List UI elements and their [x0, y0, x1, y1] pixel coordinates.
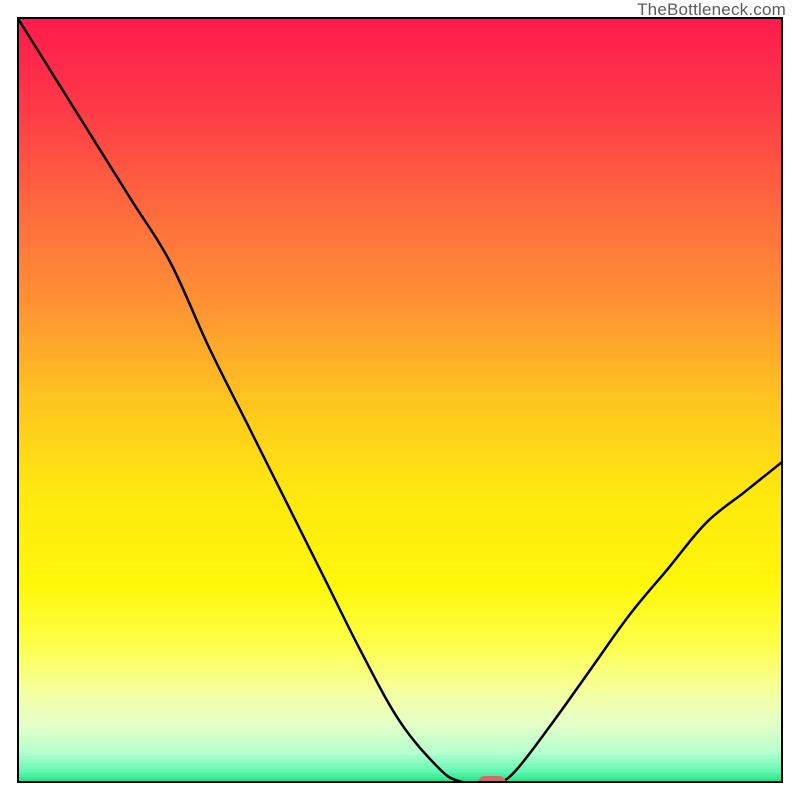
bottleneck-chart: TheBottleneck.com: [0, 0, 800, 800]
bottleneck-curve: [17, 17, 783, 783]
watermark-text: TheBottleneck.com: [637, 0, 786, 20]
curve-layer: [17, 17, 783, 783]
plot-area: [17, 17, 783, 783]
optimal-point-marker: [478, 776, 506, 783]
